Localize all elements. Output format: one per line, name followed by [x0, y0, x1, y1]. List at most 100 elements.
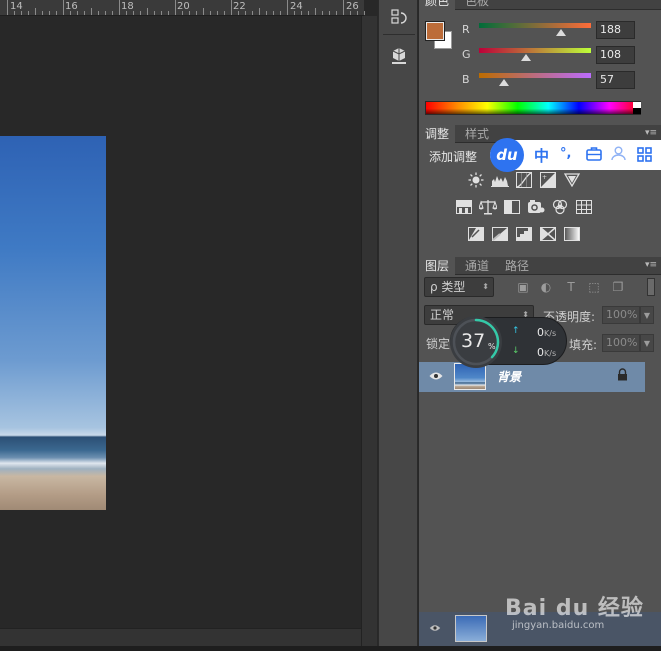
ruler-tick — [280, 11, 281, 15]
ruler-tick — [189, 11, 190, 15]
exposure-icon[interactable]: + — [539, 172, 557, 188]
blue-value-field[interactable]: 57 — [596, 71, 635, 89]
ruler-tick — [119, 0, 120, 15]
baidu-jingyan-watermark: Bai du 经验 — [505, 596, 644, 621]
opacity-field[interactable]: 100% — [602, 306, 640, 324]
layer-lock-icon — [617, 368, 629, 382]
toolbox-icon[interactable] — [586, 147, 602, 165]
horizontal-scrollbar[interactable] — [0, 628, 364, 646]
history-panel-button[interactable] — [385, 6, 413, 30]
panel-menu-icon[interactable]: ▾≡ — [645, 128, 657, 138]
type-layer-filter-icon[interactable]: T — [564, 280, 578, 294]
ruler-tick — [217, 11, 218, 15]
levels-icon[interactable] — [491, 172, 509, 188]
brightness-contrast-icon[interactable] — [467, 172, 485, 188]
photo-filter-icon[interactable] — [527, 199, 545, 215]
tab-color[interactable]: 颜色 — [419, 0, 456, 10]
ruler-tick — [77, 11, 78, 15]
spectrum-black-chip[interactable] — [633, 108, 641, 114]
layer-name[interactable]: 背景 — [497, 368, 521, 385]
ime-chinese-mode[interactable]: 中 — [534, 145, 549, 166]
filter-toggle[interactable] — [647, 278, 655, 296]
layer-visibility-eye-icon[interactable] — [429, 370, 443, 382]
tab-paths[interactable]: 路径 — [499, 257, 535, 275]
ruler-tick — [63, 0, 64, 15]
smart-object-filter-icon[interactable]: ❐ — [611, 280, 625, 294]
red-slider-thumb[interactable] — [556, 29, 566, 36]
posterize-icon[interactable] — [491, 226, 509, 242]
photoshop-window: 14 16 18 20 22 24 26 颜色 色板 R 188 G 108 B… — [0, 0, 661, 651]
bottom-edge — [0, 646, 661, 651]
adjustment-layer-filter-icon[interactable]: ◐ — [539, 280, 553, 294]
ruler-tick — [21, 11, 22, 15]
panel-menu-icon[interactable]: ▾≡ — [645, 260, 657, 270]
tab-channels[interactable]: 通道 — [459, 257, 495, 275]
ruler-tick — [252, 11, 253, 15]
green-slider-thumb[interactable] — [521, 54, 531, 61]
ruler-tick — [196, 11, 197, 15]
ruler-tick — [168, 11, 169, 15]
vibrance-icon[interactable] — [563, 172, 581, 188]
curves-icon[interactable] — [515, 172, 533, 188]
opacity-dropdown-arrow[interactable]: ▼ — [640, 306, 654, 324]
ruler-tick — [336, 11, 337, 15]
blue-slider-thumb[interactable] — [499, 79, 509, 86]
upload-speed: 0K/s — [537, 326, 557, 339]
black-white-icon[interactable] — [503, 199, 521, 215]
cube-properties-icon — [392, 48, 406, 64]
red-slider[interactable] — [479, 23, 591, 28]
history-icon — [391, 9, 407, 24]
ruler-tick — [14, 11, 15, 15]
shape-layer-filter-icon[interactable]: ⬚ — [587, 280, 601, 294]
ruler-label: 16 — [65, 1, 78, 12]
green-value-field[interactable]: 108 — [596, 46, 635, 64]
hue-saturation-icon[interactable] — [455, 199, 473, 215]
baidu-ime-logo[interactable]: du — [490, 138, 524, 172]
foreground-color-swatch[interactable] — [425, 21, 445, 41]
ruler-tick — [322, 11, 323, 15]
ruler-tick — [182, 11, 183, 15]
grid-menu-icon[interactable] — [637, 147, 652, 166]
layer-visibility-eye-icon[interactable] — [429, 622, 441, 635]
color-spectrum-ramp[interactable] — [425, 101, 641, 115]
user-icon[interactable] — [611, 146, 626, 165]
pixel-layer-filter-icon[interactable]: ▣ — [516, 280, 530, 294]
tab-swatches[interactable]: 色板 — [459, 0, 495, 10]
tab-layers[interactable]: 图层 — [419, 257, 456, 275]
blue-slider[interactable] — [479, 73, 591, 78]
threshold-icon[interactable] — [515, 226, 533, 242]
red-value-field[interactable]: 188 — [596, 21, 635, 39]
properties-panel-button[interactable] — [385, 44, 413, 68]
download-arrow-icon: ↓ — [512, 346, 520, 356]
tab-adjustments[interactable]: 调整 — [419, 125, 456, 143]
lock-label: 锁定 — [426, 337, 451, 351]
ruler-tick — [315, 8, 316, 15]
ruler-tick — [140, 11, 141, 15]
ruler-tick — [273, 11, 274, 15]
layer-thumbnail — [455, 615, 487, 642]
network-percent-sign: % — [488, 342, 496, 351]
invert-icon[interactable] — [467, 226, 485, 242]
green-slider[interactable] — [479, 48, 591, 53]
ruler-tick — [70, 11, 71, 15]
ime-punctuation-mode[interactable]: °, — [560, 146, 571, 161]
ruler-tick — [343, 0, 344, 15]
color-lookup-icon[interactable] — [575, 199, 593, 215]
gradient-map-icon[interactable] — [563, 226, 581, 242]
color-panel-tabs: 颜色 色板 — [419, 0, 661, 10]
ruler-tick — [28, 11, 29, 15]
vertical-scrollbar[interactable] — [361, 16, 377, 646]
ruler-tick — [210, 11, 211, 15]
color-balance-icon[interactable] — [479, 199, 497, 215]
ruler-tick — [364, 11, 365, 15]
ruler-tick — [301, 11, 302, 15]
ruler-tick — [238, 11, 239, 15]
fill-dropdown-arrow[interactable]: ▼ — [640, 334, 654, 352]
selective-color-icon[interactable] — [539, 226, 557, 242]
fill-field[interactable]: 100% — [602, 334, 640, 352]
document-canvas-area[interactable]: 14 16 18 20 22 24 26 — [0, 0, 365, 651]
tool-separator — [383, 34, 415, 35]
tab-styles[interactable]: 样式 — [459, 125, 495, 143]
layer-filter-dropdown[interactable]: ρ 类型 ⬍ — [424, 277, 494, 297]
channel-mixer-icon[interactable] — [551, 199, 569, 215]
